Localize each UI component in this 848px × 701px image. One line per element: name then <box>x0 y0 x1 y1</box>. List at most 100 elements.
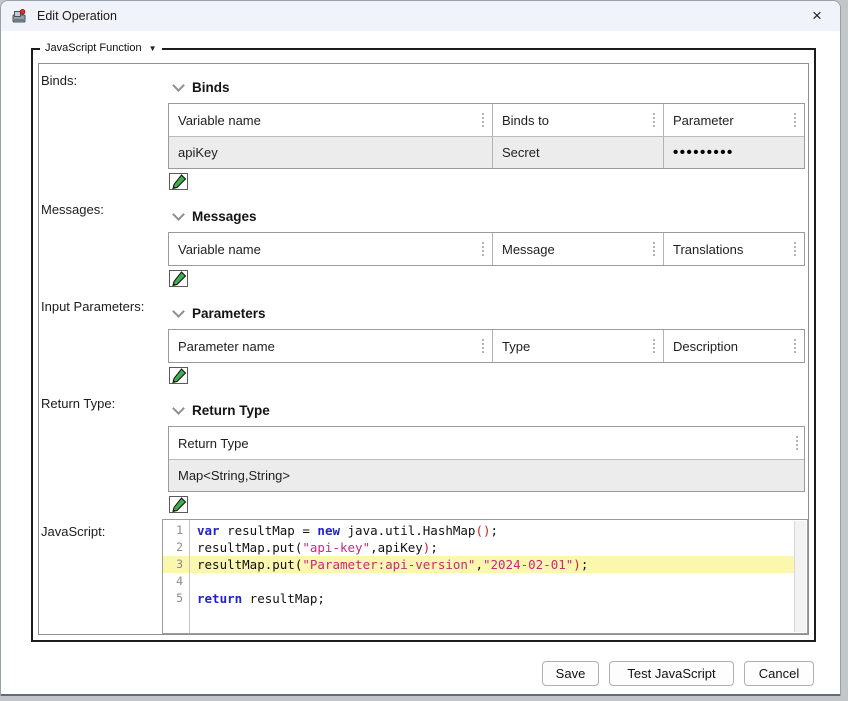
column-header[interactable]: Description <box>664 330 804 362</box>
table-header-row: Variable name Message Translations <box>169 233 804 265</box>
column-label: Type <box>502 339 651 354</box>
table-header-row: Variable name Binds to Parameter <box>169 104 804 136</box>
section-content-return-type: Return Type Return Type Map<String,String> <box>168 396 806 513</box>
code-line: 3resultMap.put("Parameter:api-version","… <box>163 556 794 573</box>
code-text: return resultMap; <box>189 590 325 607</box>
section-title: Return Type <box>192 403 270 418</box>
section-content-binds: Binds Variable name Binds to Parameter apiKe… <box>168 73 806 190</box>
title-bar: Edit Operation × <box>1 1 840 31</box>
javascript-editor[interactable]: 1var resultMap = new java.util.HashMap()… <box>162 519 808 634</box>
field-label-binds: Binds: <box>41 73 168 190</box>
section-title: Parameters <box>192 306 266 321</box>
groupbox-label: JavaScript Function ▼ <box>40 41 162 56</box>
table-cell: Map<String,String> <box>169 460 806 491</box>
code-line: 5return resultMap; <box>163 590 794 607</box>
groupbox-label-text: JavaScript Function <box>45 41 142 56</box>
gutter-separator <box>189 520 190 633</box>
column-label: Parameter <box>673 113 792 128</box>
column-label: Description <box>673 339 792 354</box>
table-header-row: Parameter name Type Description <box>169 330 804 362</box>
field-label-parameters: Input Parameters: <box>41 299 168 384</box>
code-lines: 1var resultMap = new java.util.HashMap()… <box>163 522 794 607</box>
column-header[interactable]: Translations <box>664 233 804 265</box>
section-header-binds[interactable]: Binds <box>174 79 806 95</box>
table-cell: apiKey <box>169 137 493 168</box>
save-button[interactable]: Save <box>542 661 599 686</box>
chevron-down-icon <box>172 79 185 92</box>
column-menu-icon[interactable] <box>480 336 486 356</box>
cancel-button[interactable]: Cancel <box>744 661 814 686</box>
code-line: 1var resultMap = new java.util.HashMap()… <box>163 522 794 539</box>
column-label: Variable name <box>178 242 480 257</box>
table-binds: Variable name Binds to Parameter apiKeySecr… <box>168 103 805 169</box>
column-header[interactable]: Variable name <box>169 104 493 136</box>
app-icon <box>11 8 28 25</box>
column-menu-icon[interactable] <box>651 110 657 130</box>
table-header-row: Return Type <box>169 427 804 459</box>
section-title: Binds <box>192 80 230 95</box>
edit-table-button[interactable] <box>169 270 188 287</box>
field-label-javascript: JavaScript: <box>41 524 105 539</box>
column-menu-icon[interactable] <box>792 110 798 130</box>
code-text <box>189 573 197 590</box>
edit-table-button[interactable] <box>169 173 188 190</box>
section-return-type: Return Type: Return Type Return Type Map<St… <box>41 396 806 513</box>
table-row[interactable]: Map<String,String> <box>169 459 804 491</box>
section-messages: Messages: Messages Variable name Message Tra… <box>41 202 806 287</box>
chevron-down-icon <box>172 305 185 318</box>
table-cell: Secret <box>493 137 664 168</box>
table-messages: Variable name Message Translations <box>168 232 805 266</box>
column-header[interactable]: Variable name <box>169 233 493 265</box>
table-row[interactable]: apiKeySecret••••••••• <box>169 136 804 168</box>
section-binds: Binds: Binds Variable name Binds to Paramete… <box>41 73 806 190</box>
field-label-return-type: Return Type: <box>41 396 168 513</box>
column-header[interactable]: Parameter name <box>169 330 493 362</box>
column-label: Message <box>502 242 651 257</box>
column-menu-icon[interactable] <box>651 239 657 259</box>
column-label: Translations <box>673 242 792 257</box>
chevron-down-icon <box>172 208 185 221</box>
line-number: 1 <box>163 522 189 539</box>
column-label: Return Type <box>178 436 794 451</box>
column-menu-icon[interactable] <box>651 336 657 356</box>
code-text: var resultMap = new java.util.HashMap(); <box>189 522 498 539</box>
column-header[interactable]: Type <box>493 330 664 362</box>
column-menu-icon[interactable] <box>480 110 486 130</box>
column-menu-icon[interactable] <box>792 239 798 259</box>
section-content-parameters: Parameters Parameter name Type Description <box>168 299 806 384</box>
section-content-messages: Messages Variable name Message Translations <box>168 202 806 287</box>
chevron-down-icon <box>172 402 185 415</box>
column-menu-icon[interactable] <box>794 433 800 453</box>
column-header[interactable]: Return Type <box>169 427 806 459</box>
code-text: resultMap.put("Parameter:api-version","2… <box>189 556 588 573</box>
dropdown-arrow-icon[interactable]: ▼ <box>149 41 157 56</box>
section-header-parameters[interactable]: Parameters <box>174 305 806 321</box>
column-header[interactable]: Message <box>493 233 664 265</box>
section-parameters: Input Parameters: Parameters Parameter nam… <box>41 299 806 384</box>
section-header-return-type[interactable]: Return Type <box>174 402 806 418</box>
column-label: Parameter name <box>178 339 480 354</box>
field-label-messages: Messages: <box>41 202 168 287</box>
table-return-type: Return Type Map<String,String> <box>168 426 805 492</box>
window-title: Edit Operation <box>37 9 117 23</box>
line-number: 2 <box>163 539 189 556</box>
table-parameters: Parameter name Type Description <box>168 329 805 363</box>
test-javascript-button[interactable]: Test JavaScript <box>609 661 734 686</box>
close-button[interactable]: × <box>802 4 832 28</box>
column-menu-icon[interactable] <box>792 336 798 356</box>
editor-scrollbar[interactable] <box>794 521 806 632</box>
edit-operation-dialog: Edit Operation × JavaScript Function ▼ B… <box>0 0 841 696</box>
code-line: 4 <box>163 573 794 590</box>
column-header[interactable]: Parameter <box>664 104 804 136</box>
edit-table-button[interactable] <box>169 496 188 513</box>
table-cell: ••••••••• <box>664 137 804 168</box>
code-text: resultMap.put("api-key",apiKey); <box>189 539 438 556</box>
edit-table-button[interactable] <box>169 367 188 384</box>
line-number: 3 <box>163 556 189 573</box>
section-header-messages[interactable]: Messages <box>174 208 806 224</box>
column-menu-icon[interactable] <box>480 239 486 259</box>
column-header[interactable]: Binds to <box>493 104 664 136</box>
line-number: 5 <box>163 590 189 607</box>
column-label: Binds to <box>502 113 651 128</box>
code-line: 2resultMap.put("api-key",apiKey); <box>163 539 794 556</box>
